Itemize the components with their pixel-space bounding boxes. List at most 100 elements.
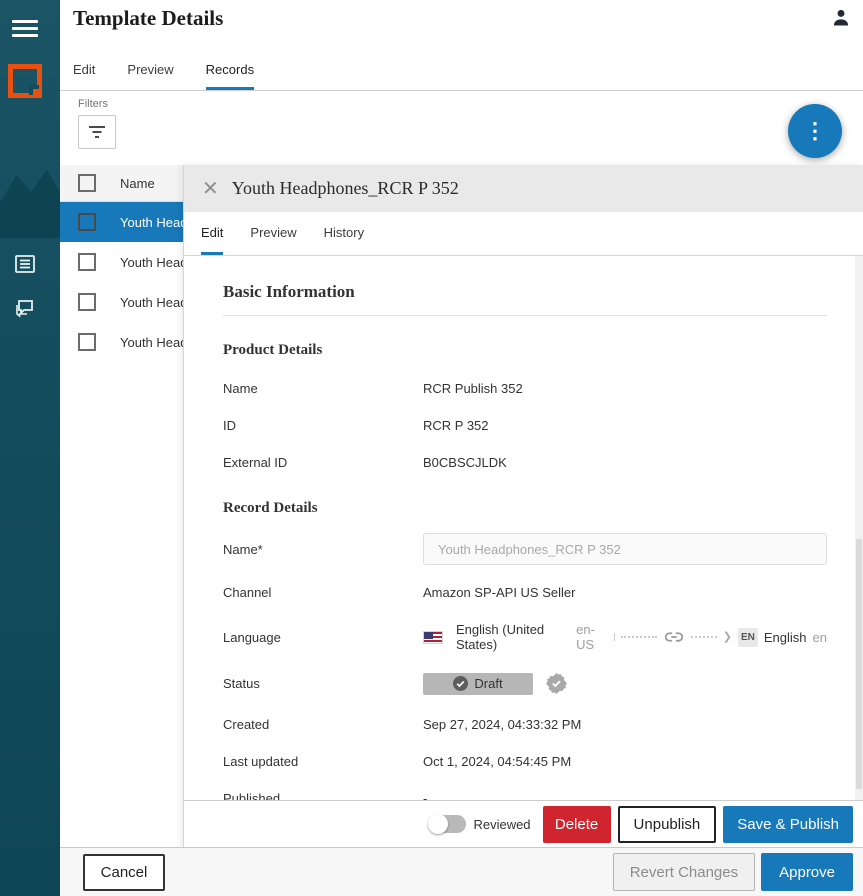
connector-tick (614, 633, 615, 641)
us-flag-icon (423, 631, 443, 644)
record-tab-history[interactable]: History (324, 212, 364, 255)
field-value: RCR P 352 (423, 418, 489, 433)
list-icon (13, 252, 37, 276)
field-value: Oct 1, 2024, 04:54:45 PM (423, 754, 571, 769)
scrollbar-thumb[interactable] (856, 539, 862, 789)
cancel-button[interactable]: Cancel (83, 854, 165, 891)
field-row-published: Published - (223, 791, 827, 800)
field-row-language: Language English (United States) en-US (223, 622, 827, 652)
sidebar-item-records[interactable] (13, 252, 37, 276)
list-item[interactable]: Youth Headphones_RCR P 352 (60, 322, 183, 362)
name-column-header: Name (120, 176, 155, 191)
connector-dotted-line (691, 636, 717, 638)
user-avatar-icon[interactable] (831, 8, 851, 28)
field-value: B0CBSCJLDK (423, 455, 507, 470)
field-label: Last updated (223, 754, 423, 769)
product-details-heading: Product Details (223, 342, 827, 359)
field-row-status: Status Draft (223, 672, 827, 695)
field-label: Published (223, 791, 423, 800)
record-tab-preview[interactable]: Preview (250, 212, 296, 255)
status-value: Draft (474, 676, 502, 691)
brand-logo[interactable] (8, 64, 42, 98)
row-checkbox[interactable] (78, 213, 96, 231)
field-label: Name* (223, 542, 423, 557)
field-value: Amazon SP-API US Seller (423, 585, 575, 600)
record-name: Youth Headphones_RCR P 352 (120, 295, 183, 310)
connector-dotted-line (621, 636, 657, 638)
filter-icon (88, 125, 106, 139)
field-value: RCR Publish 352 (423, 381, 523, 396)
list-item[interactable]: Youth Headphones_RCR P 352 (60, 282, 183, 322)
field-row-name: Name RCR Publish 352 (223, 381, 827, 396)
list-item[interactable]: Youth Headphones_RCR P 352 (60, 202, 183, 242)
approve-button[interactable]: Approve (761, 853, 853, 891)
footer-bar: Cancel Revert Changes Approve (60, 847, 863, 896)
field-row-external-id: External ID B0CBSCJLDK (223, 455, 827, 470)
language-source-code: en-US (576, 622, 608, 652)
basic-information-heading: Basic Information (223, 282, 827, 302)
record-name: Youth Headphones_RCR P 352 (120, 215, 183, 230)
field-value: Sep 27, 2024, 04:33:32 PM (423, 717, 581, 732)
record-tabs: Edit Preview History (184, 212, 863, 256)
language-target-name: English (764, 630, 807, 645)
tab-records[interactable]: Records (206, 52, 254, 90)
reviewed-toggle[interactable] (430, 815, 466, 833)
app-window: Template Details Edit Preview Records Fi… (0, 0, 863, 896)
kebab-icon: ⋮ (804, 120, 826, 142)
record-action-bar: Reviewed Delete Unpublish Save & Publish (184, 800, 863, 847)
filter-button[interactable] (78, 115, 116, 149)
field-value: - (423, 791, 427, 800)
record-details-heading: Record Details (223, 500, 827, 517)
record-detail-panel: ✕ Youth Headphones_RCR P 352 Edit Previe… (183, 165, 863, 847)
more-actions-fab[interactable]: ⋮ (788, 104, 842, 158)
save-publish-button[interactable]: Save & Publish (723, 806, 853, 843)
record-panel-header: ✕ Youth Headphones_RCR P 352 (184, 165, 863, 212)
row-checkbox[interactable] (78, 333, 96, 351)
link-icon (663, 626, 685, 648)
chevron-right-icon: ❯ (723, 630, 732, 645)
field-row-record-name: Name* (223, 533, 827, 565)
revert-changes-button[interactable]: Revert Changes (613, 853, 755, 891)
check-circle-icon (453, 676, 468, 691)
field-row-created: Created Sep 27, 2024, 04:33:32 PM (223, 717, 827, 732)
row-checkbox[interactable] (78, 293, 96, 311)
language-source-name: English (United States) (456, 622, 570, 652)
field-label: Created (223, 717, 423, 732)
unpublish-button[interactable]: Unpublish (618, 806, 717, 843)
field-label: External ID (223, 455, 423, 470)
record-panel-body: Basic Information Product Details Name R… (184, 256, 855, 800)
delete-button[interactable]: Delete (543, 806, 611, 843)
reviewed-label: Reviewed (473, 817, 530, 832)
hamburger-menu-icon[interactable] (12, 20, 38, 38)
sidebar-background-image (0, 150, 60, 238)
tab-preview[interactable]: Preview (127, 52, 173, 90)
language-mapping: English (United States) en-US ❯ EN Engli (423, 622, 827, 652)
field-row-channel: Channel Amazon SP-API US Seller (223, 585, 827, 600)
filters-label: Filters (78, 98, 863, 110)
row-checkbox[interactable] (78, 253, 96, 271)
field-row-id: ID RCR P 352 (223, 418, 827, 433)
field-label: Name (223, 381, 423, 396)
field-label: Language (223, 630, 423, 645)
main-area: Template Details Edit Preview Records Fi… (60, 0, 863, 896)
sidebar-item-messages[interactable] (13, 296, 37, 320)
status-badge[interactable]: Draft (423, 673, 533, 695)
filters-row: Filters (60, 91, 863, 165)
language-target-abbr: EN (738, 628, 758, 647)
record-tab-edit[interactable]: Edit (201, 212, 223, 255)
toggle-knob (428, 814, 448, 834)
chat-icon (13, 296, 37, 320)
panel-scrollbar (855, 256, 863, 800)
field-label: Status (223, 676, 423, 691)
field-label: Channel (223, 585, 423, 600)
records-list-header: Name (60, 165, 183, 202)
select-all-checkbox[interactable] (78, 174, 96, 192)
verified-seal-icon (545, 672, 568, 695)
record-name-input[interactable] (423, 533, 827, 565)
tab-edit[interactable]: Edit (73, 52, 95, 90)
close-icon[interactable]: ✕ (202, 179, 219, 199)
field-row-last-updated: Last updated Oct 1, 2024, 04:54:45 PM (223, 754, 827, 769)
list-item[interactable]: Youth Headphones_RCR P 352 (60, 242, 183, 282)
template-tabs: Edit Preview Records (60, 52, 863, 91)
top-header: Template Details (60, 0, 863, 52)
